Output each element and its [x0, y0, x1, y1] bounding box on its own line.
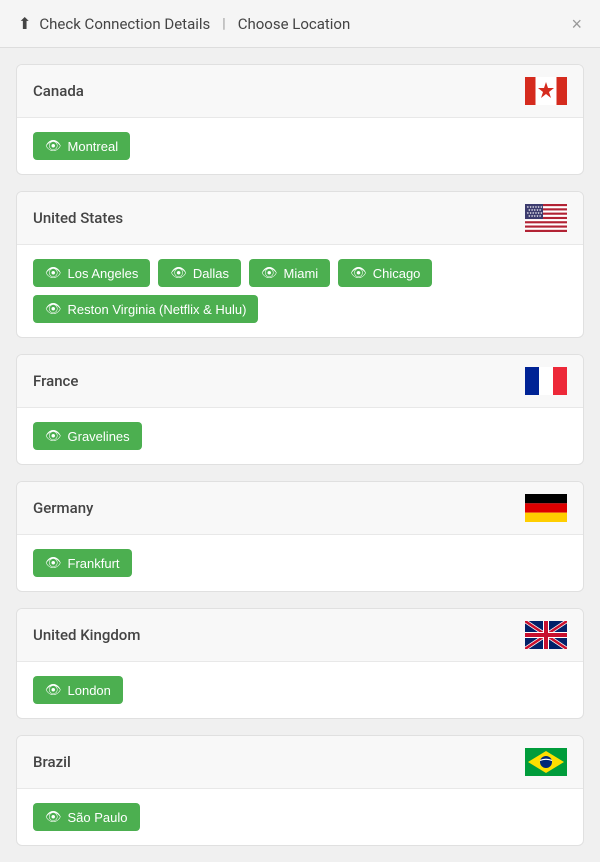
- country-name-canada: Canada: [33, 82, 84, 100]
- flag-us: ★★★★★★ ★★★★★ ★★★★★★ ★★★★★: [525, 204, 567, 232]
- close-button[interactable]: ×: [571, 15, 582, 33]
- country-card-france: France 👁 Gravelines: [16, 354, 584, 465]
- eye-icon-montreal: 👁: [45, 138, 62, 154]
- flag-germany: [525, 494, 567, 522]
- country-card-us: United States ★★★★★★ ★★★★★ ★★★★★★ ★★★★★: [16, 191, 584, 338]
- eye-icon-sao-paulo: 👁: [45, 809, 62, 825]
- country-header-france: France: [17, 355, 583, 408]
- country-name-brazil: Brazil: [33, 753, 71, 771]
- eye-icon-gravelines: 👁: [45, 428, 62, 444]
- country-locations-france: 👁 Gravelines: [17, 408, 583, 464]
- header-check-label: Check Connection Details: [39, 15, 210, 33]
- eye-icon-miami: 👁: [261, 265, 278, 281]
- country-locations-brazil: 👁 São Paulo: [17, 789, 583, 845]
- flag-canada: [525, 77, 567, 105]
- eye-icon-frankfurt: 👁: [45, 555, 62, 571]
- country-locations-germany: 👁 Frankfurt: [17, 535, 583, 591]
- flag-france: [525, 367, 567, 395]
- location-list: Canada 👁 Montreal United States: [0, 48, 600, 862]
- location-btn-gravelines[interactable]: 👁 Gravelines: [33, 422, 142, 450]
- eye-icon-london: 👁: [45, 682, 62, 698]
- header-choose-label: Choose Location: [238, 15, 351, 33]
- eye-icon-dallas: 👁: [170, 265, 187, 281]
- country-header-uk: United Kingdom: [17, 609, 583, 662]
- eye-icon-la: 👁: [45, 265, 62, 281]
- country-name-france: France: [33, 372, 78, 390]
- country-card-uk: United Kingdom 👁 London: [16, 608, 584, 719]
- location-btn-los-angeles[interactable]: 👁 Los Angeles: [33, 259, 150, 287]
- location-btn-london[interactable]: 👁 London: [33, 676, 123, 704]
- country-name-uk: United Kingdom: [33, 626, 140, 644]
- location-btn-chicago[interactable]: 👁 Chicago: [338, 259, 432, 287]
- location-btn-dallas[interactable]: 👁 Dallas: [158, 259, 241, 287]
- country-locations-canada: 👁 Montreal: [17, 118, 583, 174]
- svg-text:★★★★★: ★★★★★: [528, 214, 542, 218]
- eye-icon-reston: 👁: [45, 301, 62, 317]
- location-btn-miami[interactable]: 👁 Miami: [249, 259, 330, 287]
- location-btn-frankfurt[interactable]: 👁 Frankfurt: [33, 549, 132, 577]
- country-name-us: United States: [33, 209, 123, 227]
- header-separator: |: [218, 16, 229, 32]
- country-card-brazil: Brazil 👁 São Paulo: [16, 735, 584, 846]
- header-title: ⬆ Check Connection Details | Choose Loca…: [18, 14, 350, 33]
- country-header-brazil: Brazil: [17, 736, 583, 789]
- flag-uk: [525, 621, 567, 649]
- country-header-us: United States ★★★★★★ ★★★★★ ★★★★★★ ★★★★★: [17, 192, 583, 245]
- location-btn-sao-paulo[interactable]: 👁 São Paulo: [33, 803, 140, 831]
- country-locations-uk: 👁 London: [17, 662, 583, 718]
- dialog-header: ⬆ Check Connection Details | Choose Loca…: [0, 0, 600, 48]
- country-card-canada: Canada 👁 Montreal: [16, 64, 584, 175]
- country-card-germany: Germany 👁 Frankfurt: [16, 481, 584, 592]
- flag-brazil: [525, 748, 567, 776]
- location-btn-reston[interactable]: 👁 Reston Virginia (Netflix & Hulu): [33, 295, 258, 323]
- country-name-germany: Germany: [33, 499, 93, 517]
- eye-icon-chicago: 👁: [350, 265, 367, 281]
- country-locations-us: 👁 Los Angeles 👁 Dallas 👁 Miami 👁 Chicago…: [17, 245, 583, 337]
- connection-icon: ⬆: [18, 14, 31, 33]
- country-header-germany: Germany: [17, 482, 583, 535]
- country-header-canada: Canada: [17, 65, 583, 118]
- location-btn-montreal[interactable]: 👁 Montreal: [33, 132, 130, 160]
